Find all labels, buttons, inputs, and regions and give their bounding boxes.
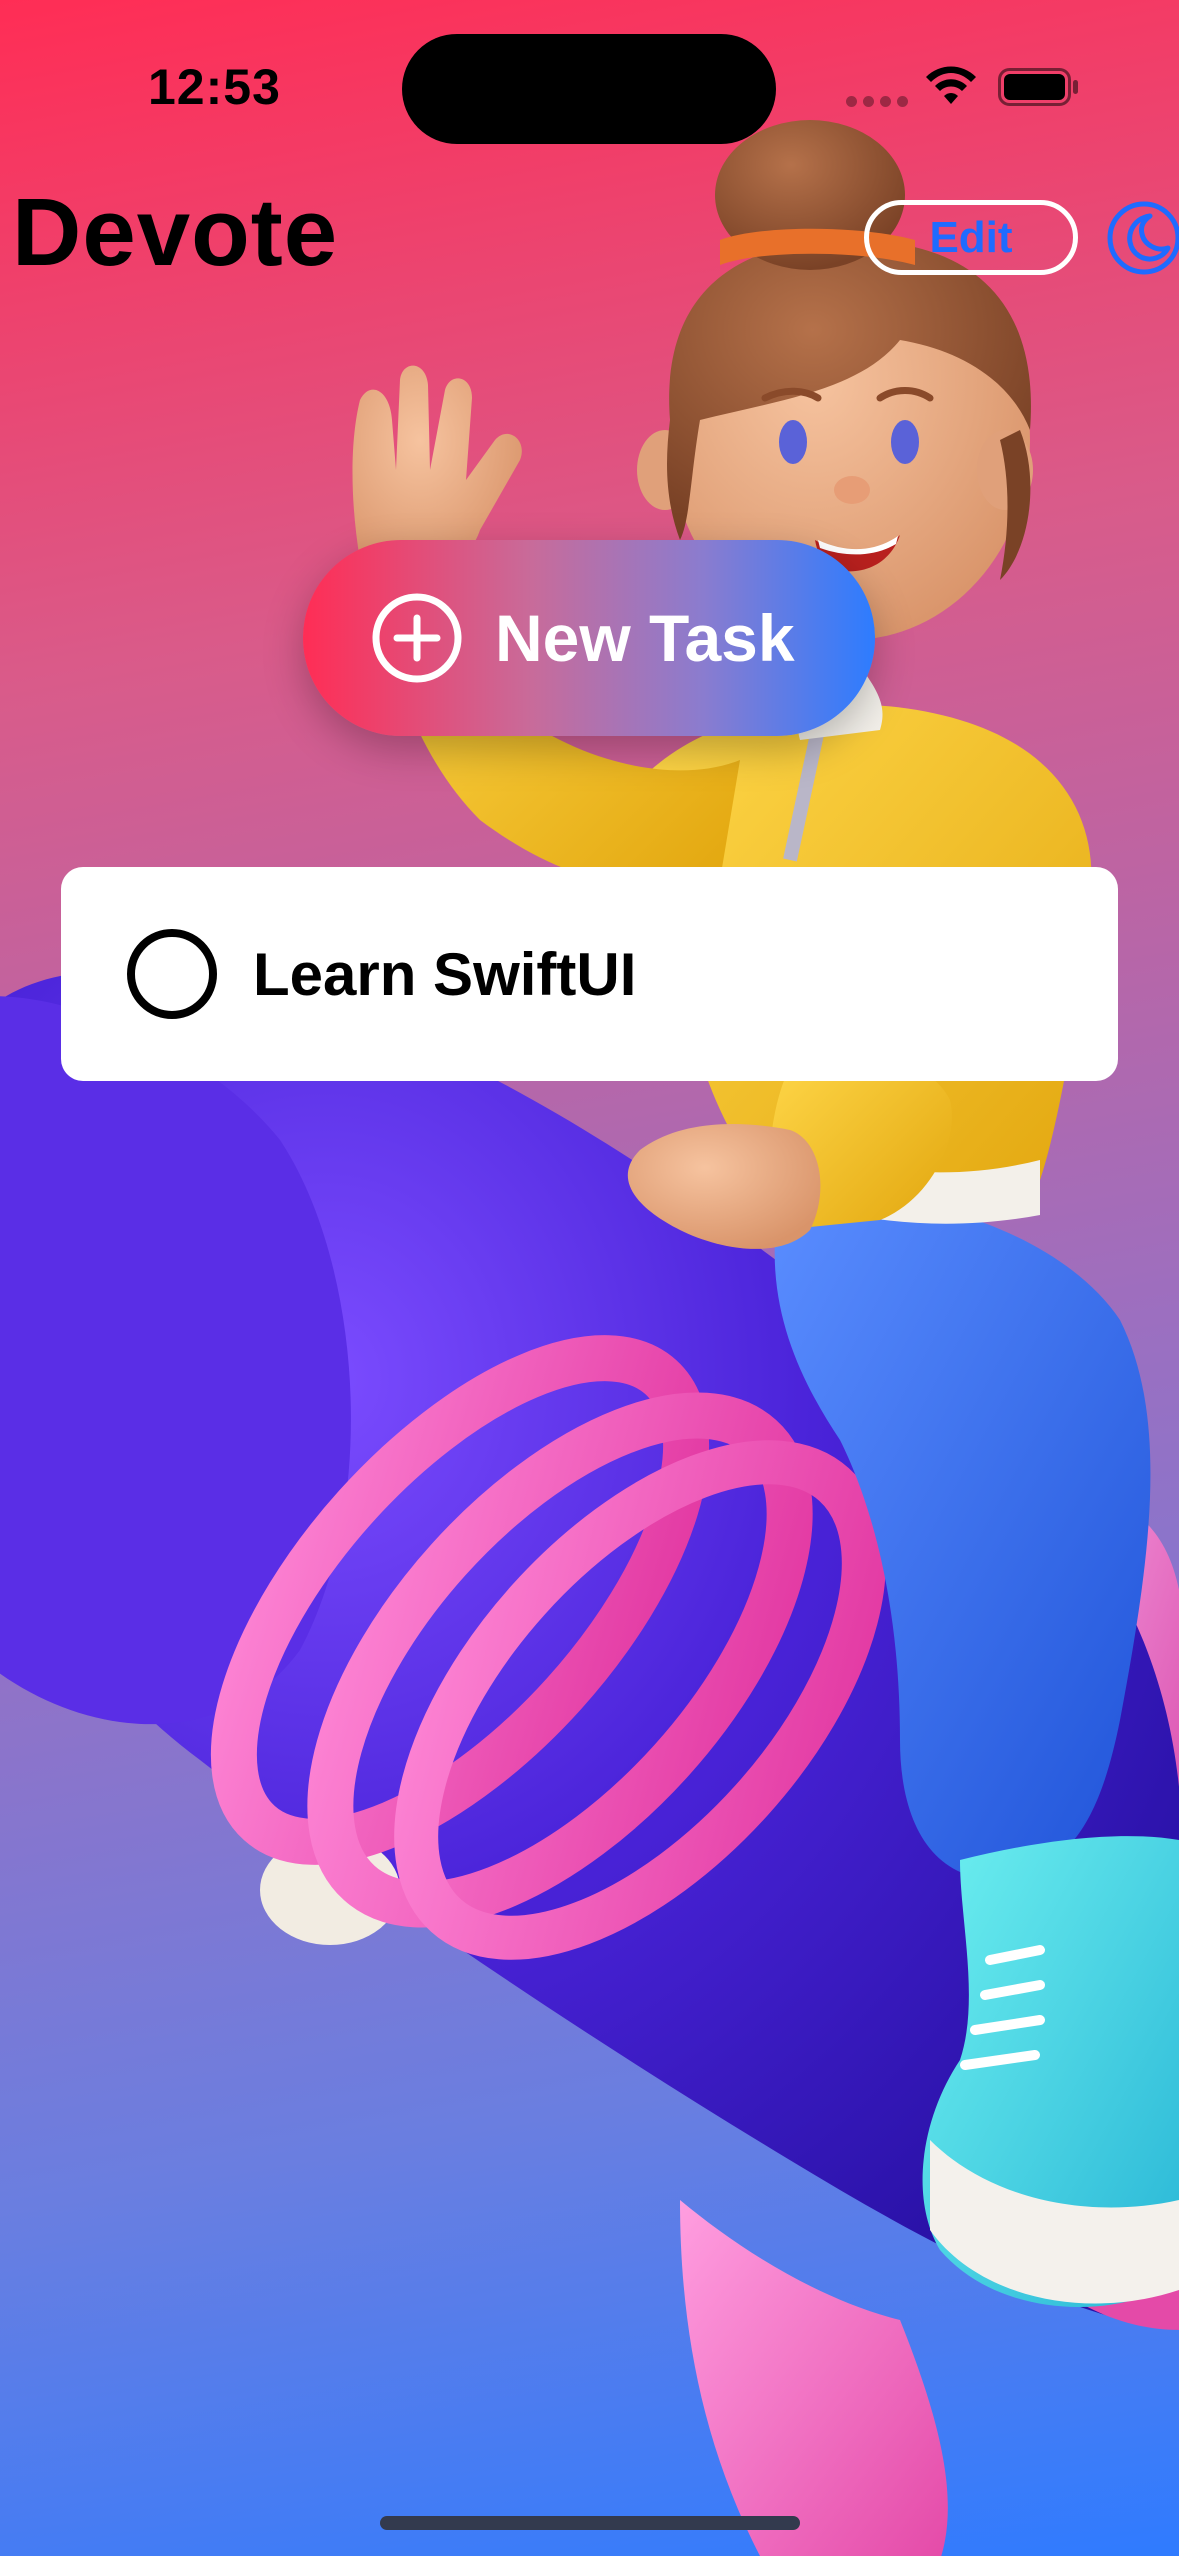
task-title: Learn SwiftUI: [253, 940, 637, 1008]
moon-circle-icon[interactable]: [1106, 200, 1179, 276]
battery-icon: [998, 68, 1078, 106]
app-screen: 12:53 Devote Edit New Task Learn SwiftUI: [0, 0, 1179, 2556]
list-item[interactable]: Learn SwiftUI: [61, 867, 1118, 1081]
wifi-icon: [926, 66, 976, 104]
edit-button[interactable]: Edit: [864, 200, 1078, 275]
new-task-button[interactable]: New Task: [303, 540, 875, 736]
task-checkbox[interactable]: [127, 929, 217, 1019]
cellular-signal-icon: [846, 96, 908, 107]
plus-circle-icon: [372, 593, 462, 683]
page-title: Devote: [12, 179, 339, 286]
new-task-label: New Task: [495, 601, 795, 675]
home-indicator[interactable]: [380, 2516, 800, 2530]
rocket-character-illustration: [0, 120, 1179, 2556]
dynamic-island: [402, 34, 776, 144]
status-bar-time: 12:53: [148, 59, 281, 115]
